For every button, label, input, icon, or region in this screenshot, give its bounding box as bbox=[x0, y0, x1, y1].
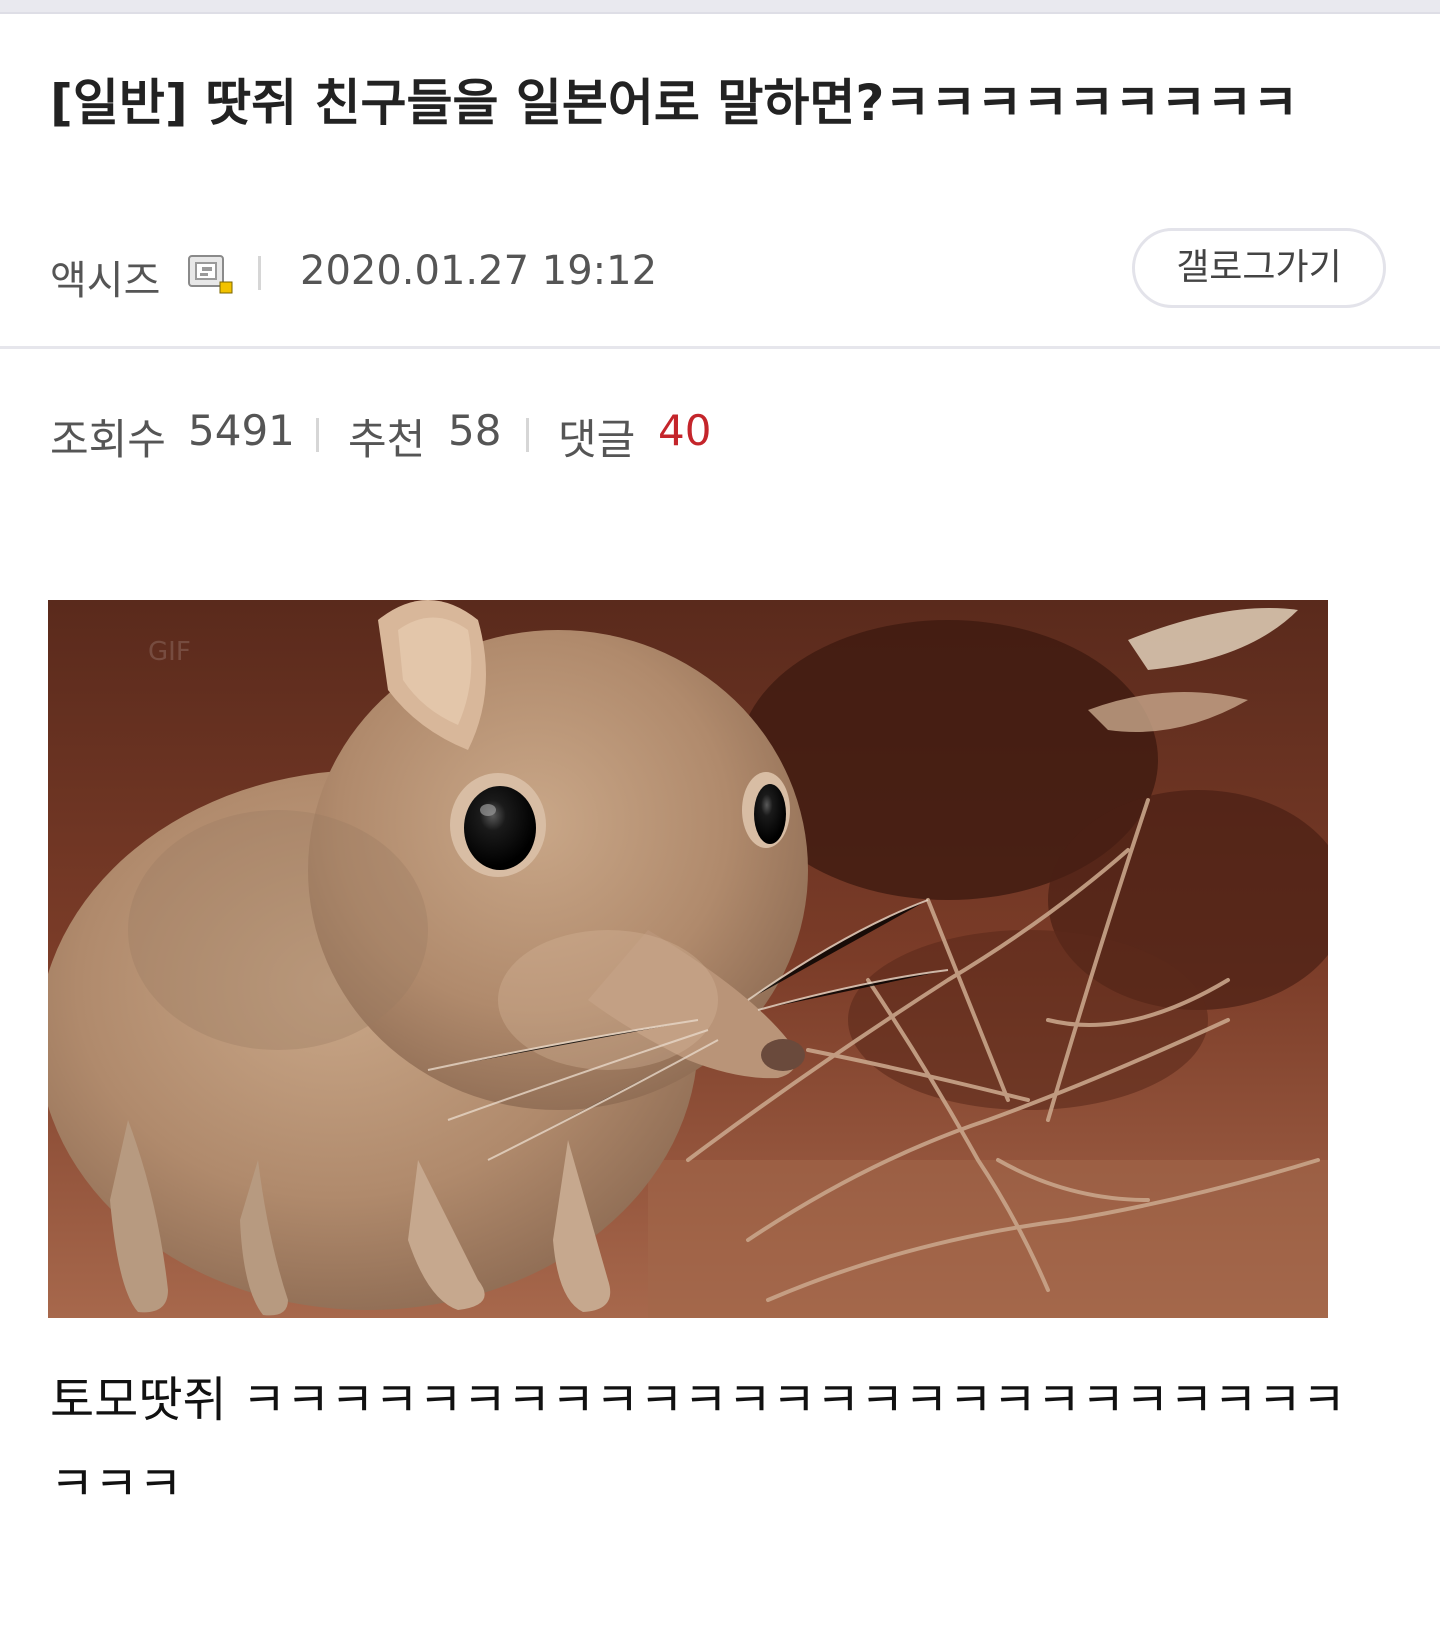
post-title: [일반] 땃쥐 친구들을 일본어로 말하면?ㅋㅋㅋㅋㅋㅋㅋㅋㅋ bbox=[50, 74, 1299, 132]
meta-separator bbox=[258, 256, 261, 290]
post-stats: 조회수 5491 추천 58 댓글 40 bbox=[50, 406, 950, 466]
comments-label[interactable]: 댓글 bbox=[558, 406, 635, 467]
recommend-label: 추천 bbox=[348, 415, 426, 464]
post-date: 2020.01.27 19:12 bbox=[300, 248, 658, 294]
header-divider bbox=[0, 346, 1440, 349]
author-name[interactable]: 액시즈 bbox=[50, 248, 160, 306]
stats-separator bbox=[316, 418, 319, 452]
post-image[interactable]: GIF bbox=[48, 600, 1328, 1318]
post-meta: 액시즈 2020.01.27 19:12 갤로그가기 bbox=[50, 228, 1390, 308]
post-body-text: 토모땃쥐 ㅋㅋㅋㅋㅋㅋㅋㅋㅋㅋㅋㅋㅋㅋㅋㅋㅋㅋㅋㅋㅋㅋㅋㅋㅋㅋㅋㅋ bbox=[50, 1372, 1346, 1512]
stats-separator bbox=[526, 418, 529, 452]
svg-text:GIF: GIF bbox=[148, 637, 191, 667]
top-strip bbox=[0, 0, 1440, 14]
elephant-shrew-photo: GIF bbox=[48, 600, 1328, 1318]
recommend-count: 58 bbox=[448, 406, 502, 455]
comments-count[interactable]: 40 bbox=[658, 406, 711, 455]
gallog-button[interactable]: 갤로그가기 bbox=[1132, 228, 1386, 308]
views-label: 조회수 bbox=[50, 415, 166, 464]
views-count: 5491 bbox=[188, 406, 295, 455]
member-badge-icon bbox=[188, 254, 234, 294]
